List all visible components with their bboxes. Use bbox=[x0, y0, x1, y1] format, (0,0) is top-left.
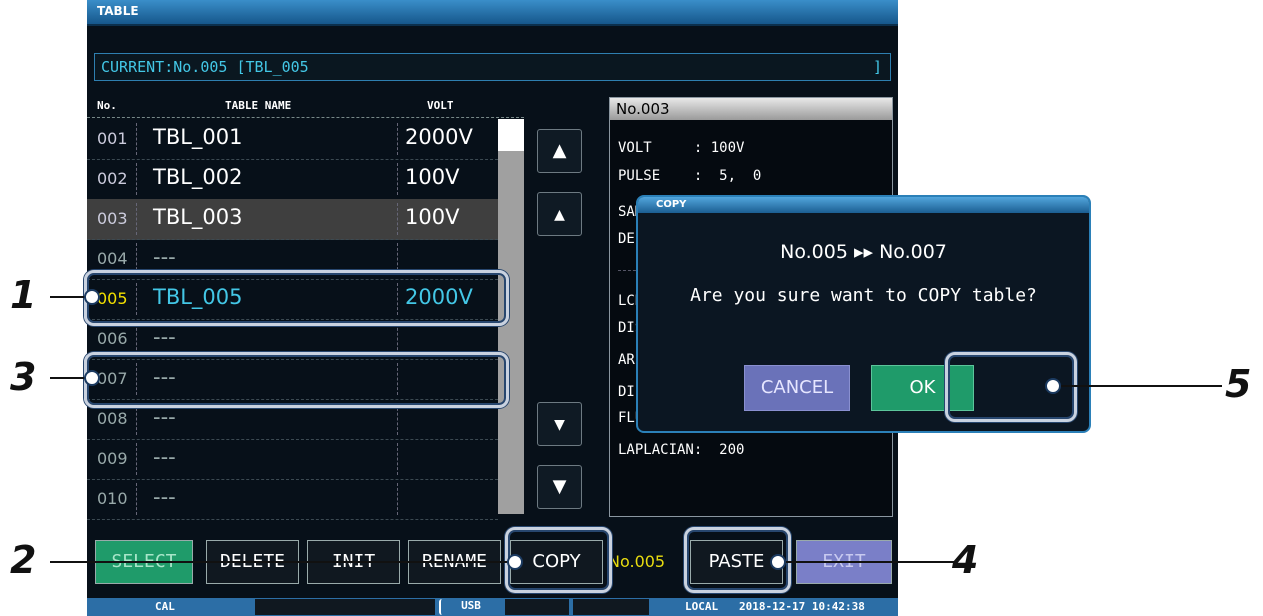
down-arrow-icon: ▼ bbox=[554, 417, 565, 433]
status-local: LOCAL bbox=[685, 600, 719, 613]
status-datetime: 2018-12-17 10:42:38 bbox=[739, 600, 865, 613]
clipboard-table-number: No.005 bbox=[608, 552, 666, 571]
leader-line-4 bbox=[778, 561, 956, 563]
row-volt: 100V bbox=[405, 165, 460, 189]
callout-number-4: 4 bbox=[952, 538, 979, 582]
callout-number-3: 3 bbox=[10, 355, 37, 399]
window-title: TABLE bbox=[97, 4, 139, 18]
callout-frame-1 bbox=[84, 270, 509, 326]
current-table-display: CURRENT:No.005 [TBL_005 ] bbox=[94, 53, 891, 81]
row-name: TBL_001 bbox=[153, 125, 243, 149]
leader-line-5 bbox=[1054, 385, 1222, 387]
header-no: No. bbox=[97, 99, 117, 112]
leader-dot-3 bbox=[84, 370, 100, 386]
row-volt: 100V bbox=[405, 205, 460, 229]
cancel-button[interactable]: CANCEL bbox=[744, 365, 850, 411]
row-no: 010 bbox=[97, 489, 128, 508]
line-down-button[interactable]: ▼ bbox=[537, 402, 582, 446]
info-laplacian: LAPLACIAN: 200 bbox=[618, 442, 745, 458]
header-table-name: TABLE NAME bbox=[225, 99, 292, 112]
table-row[interactable]: 001 TBL_001 2000V bbox=[87, 119, 498, 160]
row-name: --- bbox=[153, 245, 176, 269]
table-row[interactable]: 009 --- bbox=[87, 439, 498, 480]
page-down-button[interactable]: ▼ bbox=[537, 465, 582, 509]
up-arrow-icon: ▲ bbox=[554, 207, 565, 223]
row-name: TBL_002 bbox=[153, 165, 243, 189]
leader-dot-1 bbox=[84, 289, 100, 305]
table-row[interactable]: 010 --- bbox=[87, 479, 498, 520]
status-bar: CAL USB LOCAL 2018-12-17 10:42:38 bbox=[87, 598, 898, 616]
info-pulse: PULSE : 5, 0 bbox=[618, 168, 762, 184]
row-no: 009 bbox=[97, 449, 128, 468]
table-row-selected[interactable]: 003 TBL_003 100V bbox=[87, 199, 498, 240]
header-volt: VOLT bbox=[427, 99, 454, 112]
callout-number-1: 1 bbox=[10, 273, 37, 317]
leader-line-2 bbox=[50, 561, 512, 563]
table-row[interactable]: 002 TBL_002 100V bbox=[87, 159, 498, 200]
table-header: No. TABLE NAME VOLT bbox=[87, 97, 524, 118]
dialog-title-bar: COPY bbox=[638, 197, 1089, 213]
row-no: 006 bbox=[97, 329, 128, 348]
double-down-arrow-icon: ▼ bbox=[552, 476, 567, 497]
row-no: 002 bbox=[97, 169, 128, 188]
row-name: --- bbox=[153, 405, 176, 429]
current-table-bracket: ] bbox=[872, 58, 882, 76]
status-cal: CAL bbox=[155, 600, 175, 613]
callout-number-5: 5 bbox=[1225, 362, 1252, 406]
info-panel-title: No.003 bbox=[610, 98, 892, 120]
row-name: --- bbox=[153, 485, 176, 509]
line-up-button[interactable]: ▲ bbox=[537, 192, 582, 236]
callout-number-2: 2 bbox=[10, 538, 37, 582]
row-no: 003 bbox=[97, 209, 128, 228]
leader-dot-2 bbox=[507, 554, 523, 570]
dialog-title: COPY bbox=[656, 199, 687, 210]
info-volt: VOLT : 100V bbox=[618, 140, 745, 156]
row-no: 004 bbox=[97, 249, 128, 268]
status-usb: USB bbox=[439, 599, 501, 615]
page-up-button[interactable]: ▲ bbox=[537, 129, 582, 173]
double-up-arrow-icon: ▲ bbox=[552, 140, 567, 161]
row-volt: 2000V bbox=[405, 125, 473, 149]
scrollbar-thumb[interactable] bbox=[498, 119, 524, 151]
row-no: 008 bbox=[97, 409, 128, 428]
current-table-label: CURRENT:No.005 [TBL_005 bbox=[101, 58, 309, 76]
dialog-copy-summary: No.005 ▸▸ No.007 bbox=[780, 241, 947, 263]
row-name: --- bbox=[153, 325, 176, 349]
leader-dot-5 bbox=[1045, 378, 1061, 394]
title-bar: TABLE bbox=[87, 0, 898, 26]
row-no: 001 bbox=[97, 129, 128, 148]
callout-frame-3 bbox=[84, 352, 509, 408]
leader-dot-4 bbox=[770, 554, 786, 570]
row-name: --- bbox=[153, 445, 176, 469]
row-name: TBL_003 bbox=[153, 205, 243, 229]
dialog-message: Are you sure want to COPY table? bbox=[690, 285, 1037, 306]
